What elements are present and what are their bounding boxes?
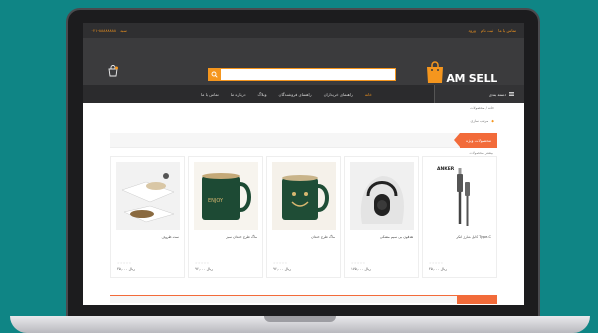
product-price: ۱۷۵,۰۰۰ ریال bbox=[351, 267, 371, 271]
rating-stars: ☆☆☆☆☆ bbox=[429, 261, 444, 265]
search-input[interactable] bbox=[208, 68, 396, 81]
contact-link[interactable]: تماس با ما bbox=[498, 28, 516, 33]
breadcrumb[interactable]: خانه / محصولات bbox=[470, 106, 494, 110]
category-label: دسته بندی bbox=[488, 91, 506, 97]
top-bar-links: ورود ثبت نام تماس با ما bbox=[468, 28, 516, 33]
mug-image: ENJOY bbox=[193, 162, 258, 230]
nav-item-blog[interactable]: وبلاگ bbox=[257, 92, 266, 97]
headphones-image bbox=[349, 162, 414, 230]
rating-stars: ☆☆☆☆☆ bbox=[117, 261, 132, 265]
dishes-image bbox=[115, 162, 180, 230]
nav-item-about[interactable]: درباره ما bbox=[231, 92, 246, 97]
section-title: محصولات ویژه bbox=[454, 133, 497, 148]
next-section-header bbox=[110, 295, 497, 304]
search-button[interactable] bbox=[208, 68, 221, 81]
nav-item-buyer-guide[interactable]: راهنمای خریداران bbox=[324, 92, 353, 97]
product-title[interactable]: ماگ طرح خندان سبز bbox=[226, 235, 257, 239]
svg-text:ENJOY: ENJOY bbox=[208, 198, 224, 204]
sort-label: مرتب سازی bbox=[470, 119, 489, 123]
mug-image bbox=[271, 162, 336, 230]
nav-menu: تماس با ما درباره ما وبلاگ راهنمای فروشن… bbox=[201, 85, 372, 103]
product-title[interactable]: هدفون بی سیم مشکی bbox=[380, 235, 413, 239]
product-card[interactable]: هدفون بی سیم مشکی ☆☆☆☆☆ ۱۷۵,۰۰۰ ریال bbox=[344, 156, 419, 278]
login-link[interactable]: ورود bbox=[468, 28, 476, 33]
category-menu-button[interactable]: دسته بندی bbox=[434, 85, 524, 103]
nav-item-home[interactable]: خانه bbox=[365, 92, 372, 97]
product-title[interactable]: ماگ طرح خندان bbox=[311, 235, 335, 239]
product-title[interactable]: کابل شارژ انکر Type-C bbox=[456, 235, 491, 239]
site-logo[interactable]: AM SELL bbox=[426, 60, 497, 84]
product-price: ۳۵,۰۰۰ ریال bbox=[117, 267, 135, 271]
phone-text: ۰۲۱-۸۸۸۸۸۸۸۸ bbox=[91, 28, 117, 33]
rating-stars: ☆☆☆☆☆ bbox=[273, 261, 288, 265]
product-image[interactable] bbox=[115, 162, 180, 230]
logo-bag-icon bbox=[427, 61, 444, 83]
product-price: ۴۵,۰۰۰ ریال bbox=[429, 267, 447, 271]
menu-icon bbox=[509, 92, 514, 96]
section-more-link[interactable]: بیشتر محصولات bbox=[469, 151, 493, 155]
register-link[interactable]: ثبت نام bbox=[481, 28, 493, 33]
nav-item-contact[interactable]: تماس با ما bbox=[201, 92, 219, 97]
rating-stars: ☆☆☆☆☆ bbox=[195, 261, 210, 265]
sort-icon: ◆ bbox=[491, 119, 494, 123]
product-image[interactable] bbox=[349, 162, 414, 230]
cart-text[interactable]: سبد bbox=[120, 28, 127, 33]
product-card[interactable]: ست ظروف ☆☆☆☆☆ ۳۵,۰۰۰ ریال bbox=[110, 156, 185, 278]
top-bar-contact: ۰۲۱-۸۸۸۸۸۸۸۸ سبد bbox=[91, 28, 127, 33]
laptop-notch bbox=[264, 316, 336, 322]
product-image[interactable]: ENJOY bbox=[193, 162, 258, 230]
product-price: ۹۶,۰۰۰ ریال bbox=[273, 267, 291, 271]
search-icon bbox=[211, 71, 218, 78]
next-section-title bbox=[457, 296, 497, 304]
rating-stars: ☆☆☆☆☆ bbox=[351, 261, 366, 265]
browser-screen: ۰۲۱-۸۸۸۸۸۸۸۸ سبد ورود ثبت نام تماس با ما bbox=[83, 23, 524, 305]
product-card[interactable]: ENJOY ماگ طرح خندان سبز ☆☆☆☆☆ ۹۶,۰۰۰ ریا… bbox=[188, 156, 263, 278]
featured-section-header: محصولات ویژه bbox=[110, 133, 497, 148]
top-bar: ۰۲۱-۸۸۸۸۸۸۸۸ سبد ورود ثبت نام تماس با ما bbox=[83, 23, 524, 38]
sort-control[interactable]: مرتب سازی ◆ bbox=[471, 119, 494, 123]
logo-text: AM SELL bbox=[446, 72, 497, 85]
product-price: ۹۶,۰۰۰ ریال bbox=[195, 267, 213, 271]
product-card[interactable]: ماگ طرح خندان ☆☆☆☆☆ ۹۶,۰۰۰ ریال bbox=[266, 156, 341, 278]
site-header: AM SELL bbox=[83, 38, 524, 85]
nav-item-seller-guide[interactable]: راهنمای فروشندگان bbox=[279, 92, 312, 97]
product-list: ANKER کابل شارژ انکر Type-C ☆☆☆☆☆ ۴۵,۰۰۰… bbox=[110, 156, 497, 278]
cable-image: ANKER bbox=[437, 166, 470, 226]
main-nav: تماس با ما درباره ما وبلاگ راهنمای فروشن… bbox=[83, 85, 524, 103]
product-image[interactable] bbox=[271, 162, 336, 230]
product-image[interactable]: ANKER bbox=[427, 162, 492, 230]
shopping-bag-icon[interactable] bbox=[107, 65, 119, 77]
brand-text: ANKER bbox=[437, 166, 455, 172]
product-title[interactable]: ست ظروف bbox=[161, 235, 179, 239]
product-card[interactable]: ANKER کابل شارژ انکر Type-C ☆☆☆☆☆ ۴۵,۰۰۰… bbox=[422, 156, 497, 278]
